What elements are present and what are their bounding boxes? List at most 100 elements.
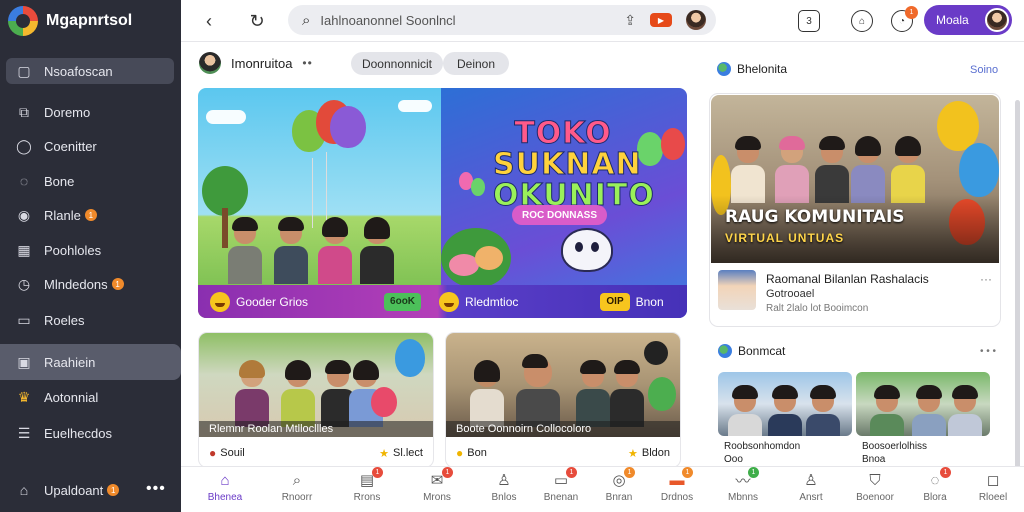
smile-icon[interactable]: ●: [456, 446, 463, 460]
bottom-nav-label: Drdnos: [660, 492, 694, 503]
more-options-button[interactable]: •••: [146, 480, 166, 498]
bottom-nav-item-wave[interactable]: 〰 1 Mbnns: [713, 467, 773, 503]
globe-icon: [717, 62, 731, 76]
star-icon[interactable]: ★: [628, 447, 638, 460]
bottom-nav-item-mail[interactable]: ✉ 1 Mrons: [407, 467, 467, 503]
shop-icon: ▬ 1: [667, 467, 693, 489]
sidebar-item-coenitter[interactable]: ◯ Coenitter: [6, 133, 174, 159]
user-avatar: [985, 8, 1009, 32]
notification-badge: 1: [111, 278, 124, 290]
sidebar-item-poohloles[interactable]: ▦ Poohloles: [6, 237, 174, 263]
search-icon: ⌕: [302, 11, 311, 29]
bottom-nav-item-search[interactable]: ⌕ Rnoorr: [267, 471, 327, 504]
page-icon-number: 3: [806, 15, 812, 27]
sidebar-item-doremo[interactable]: ⧉ Doremo: [6, 99, 174, 125]
list-icon: ☰: [17, 424, 31, 441]
video-caption: Boosoerlolhiss Bnoa: [862, 440, 992, 466]
bottom-nav-item-bell[interactable]: ◌ 1 Blora: [905, 467, 965, 503]
avatar[interactable]: [686, 10, 706, 30]
video-meta: Ooo: [724, 454, 743, 465]
more-icon[interactable]: ···: [980, 272, 992, 286]
sidebar-item-label: Nsoafoscan: [44, 63, 113, 79]
card-footer-meta: ★ Sl.lect: [379, 447, 423, 460]
video-thumbnail[interactable]: [856, 372, 990, 436]
search-bar[interactable]: ⌕ Iahlnoanonnel Soonlncl ⇪ ▶: [288, 5, 716, 35]
sidebar-item-rlanle[interactable]: ◉ Rlanle 1: [6, 202, 174, 228]
featured-title: RAUG KOMUNITAIS: [725, 207, 905, 227]
video-thumbnail[interactable]: [718, 372, 852, 436]
sidebar-item-roeles[interactable]: ▭ Roeles: [6, 307, 174, 333]
bottom-nav-item-person[interactable]: ♙ Ansrt: [781, 471, 841, 503]
emoji-icon: [210, 291, 230, 312]
featured-subtitle: VIRTUAL UNTUAS: [725, 231, 845, 245]
sidebar-item-nsoafoscan[interactable]: ▢ Nsoafoscan: [6, 58, 174, 84]
card-footer-meta: ★ Bldon: [628, 447, 670, 460]
featured-community-card[interactable]: RAUG KOMUNITAIS VIRTUAL UNTUAS Raomanal …: [710, 94, 1000, 326]
hero-promo-art: TOKO SUKNAN OKUNITO ROC DONNASS: [441, 88, 687, 318]
back-button[interactable]: ‹: [197, 9, 221, 33]
featured-info: Raomanal Bilanlan Rashalacis Gotrooael R…: [718, 270, 992, 318]
bottom-nav-label: Boenoor: [856, 492, 894, 503]
bottom-nav-label: Rrons: [353, 492, 381, 503]
featured-name[interactable]: Raomanal Bilanlan Rashalacis: [766, 272, 929, 286]
heart-icon[interactable]: ●: [209, 446, 216, 460]
emoji-icon: [439, 291, 460, 312]
notification-badge: 1: [905, 6, 918, 19]
sidebar-item-euelhecdos[interactable]: ☰ Euelhecdos: [6, 420, 174, 446]
more-icon[interactable]: • • •: [980, 346, 996, 357]
search-input[interactable]: Iahlnoanonnel Soonlncl: [320, 13, 455, 28]
bottom-nav-item-chat[interactable]: ◻ Rloeel: [963, 471, 1023, 503]
page-icon[interactable]: 3: [798, 10, 820, 32]
hero-bar-label: Rledmtioc: [465, 294, 519, 309]
sidebar-item-label: Rlanle: [44, 207, 81, 223]
bottom-nav-item-bag[interactable]: ▭ 1 Bnenan: [531, 467, 591, 503]
filter-chip[interactable]: Doonnonnicit: [351, 52, 443, 75]
avatar[interactable]: [199, 52, 221, 74]
hero-bar-tag[interactable]: 6ooK: [384, 292, 422, 311]
community-card[interactable]: Boote Oonnoirn Collocoloro ● Bon ★ Bldon: [446, 333, 680, 467]
bottom-nav-item-shield[interactable]: ⛉ Boenoor: [845, 471, 905, 504]
bottom-nav-item-user[interactable]: ♙ Bnlos: [474, 471, 534, 503]
home-icon: ⌂: [19, 482, 29, 498]
brand[interactable]: Mgapnrtsol: [8, 6, 132, 36]
card-footer: ● Souil ★ Sl.lect: [199, 441, 433, 465]
sidebar-item-label: Raahiein: [44, 354, 96, 370]
card-footer-meta-label: Bldon: [641, 447, 670, 459]
more-icon[interactable]: ••: [302, 56, 312, 70]
user-menu-button[interactable]: Moala: [924, 5, 1012, 35]
see-all-link[interactable]: Soino: [970, 64, 998, 76]
search-actions: ⇪ ▶: [624, 10, 706, 30]
shield-icon: ⛉: [869, 471, 881, 489]
star-icon[interactable]: ★: [379, 447, 389, 460]
sidebar-item-raahiein[interactable]: ▣ Raahiein: [0, 344, 181, 380]
scrollbar[interactable]: [1015, 100, 1020, 480]
notification-badge: 1: [748, 467, 759, 478]
filter-chip[interactable]: Deinon: [443, 52, 509, 75]
camera-icon: ◉: [17, 206, 31, 223]
notifications-icon[interactable]: ◔ 1: [891, 6, 918, 32]
video-title[interactable]: Boosoerlolhiss: [862, 440, 992, 453]
hero-banner[interactable]: TOKO SUKNAN OKUNITO ROC DONNASS Gooder G…: [198, 88, 687, 318]
mail-icon: ✉ 1: [427, 467, 453, 489]
sidebar-item-label: Mlndedons: [44, 276, 108, 292]
notification-badge: 1: [624, 467, 635, 478]
sidebar-item-mlndedons[interactable]: ◷ Mlndedons 1: [6, 271, 174, 297]
bottom-nav-label: Rloeel: [978, 492, 1008, 503]
share-icon[interactable]: ⇪: [624, 12, 636, 29]
bottom-nav-item-home[interactable]: ⌂ Bhenea: [195, 471, 255, 504]
video-icon[interactable]: ▶: [650, 13, 672, 27]
featured-meta: Gotrooael: [766, 288, 815, 300]
refresh-button[interactable]: ↻: [245, 9, 269, 33]
home-circle-icon[interactable]: ⌂: [851, 10, 873, 32]
community-card[interactable]: Rlemnr Roolan Mtllocllles ● Souil ★ Sl.l…: [199, 333, 433, 467]
bottom-nav-label: Ansrt: [799, 492, 823, 503]
bottom-nav-item-inbox[interactable]: ▤ 1 Rrons: [337, 467, 397, 503]
video-title[interactable]: Roobsonhomdon: [724, 440, 854, 453]
bottom-nav-item-shop[interactable]: ▬ 1 Drdnos: [647, 467, 707, 503]
sidebar-item-aotonnial[interactable]: ♛ Aotonnial: [6, 384, 174, 410]
bottom-nav-item-target[interactable]: ◎ 1 Bnran: [589, 467, 649, 503]
sidebar-item-bone[interactable]: ◌ Bone: [6, 168, 174, 194]
feed-owner-name[interactable]: Imonruitoa: [231, 56, 292, 71]
featured-thumbnail: [718, 270, 756, 310]
hero-bar-tag[interactable]: OIP: [600, 292, 630, 311]
